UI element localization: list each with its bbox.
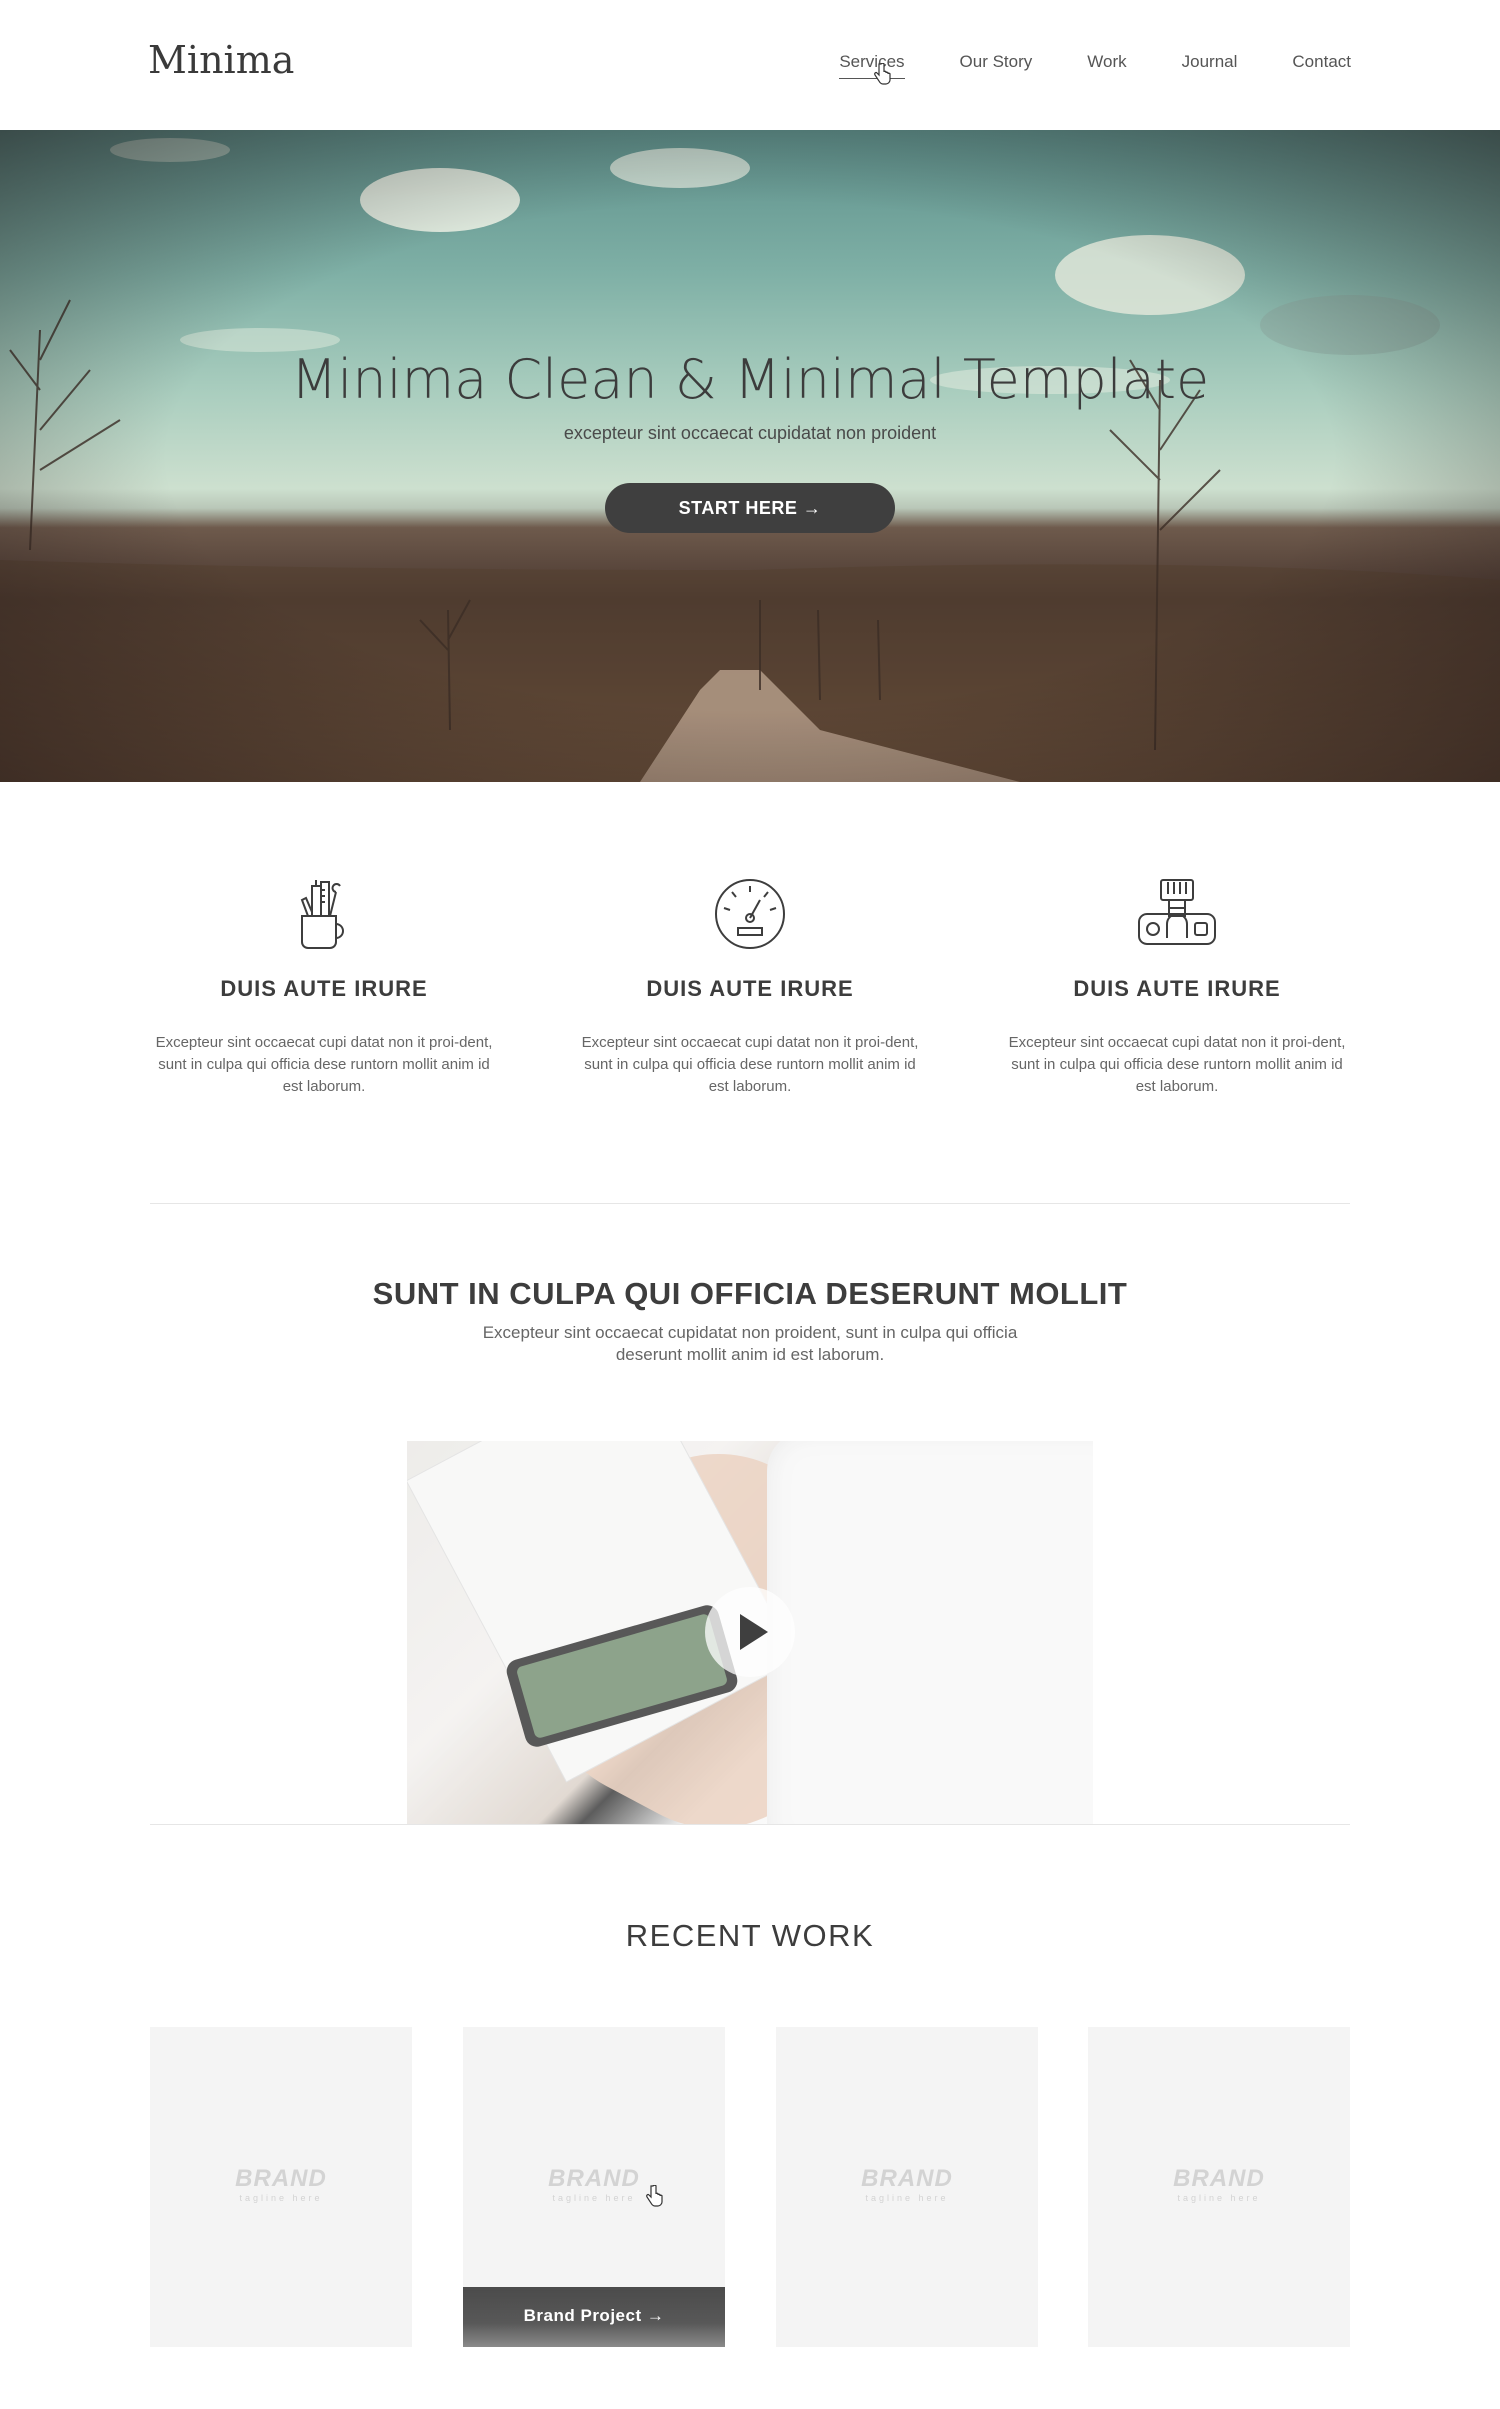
feature-title: DUIS AUTE IRURE (220, 976, 428, 1001)
hand-cursor-icon (646, 2185, 663, 2207)
section-divider (150, 1203, 1350, 1204)
work-card[interactable]: BRAND tagline here (776, 2027, 1038, 2347)
nav-item-our-story[interactable]: Our Story (960, 52, 1033, 79)
hero-title: Minima Clean & Minimal Template (290, 348, 1210, 411)
intro-title: SUNT IN CULPA QUI OFFICIA DESERUNT MOLLI… (372, 1276, 1128, 1311)
work-card[interactable]: BRAND tagline here (150, 2027, 412, 2347)
brand-project-link[interactable]: Brand Project → (463, 2287, 725, 2347)
work-card[interactable]: BRAND tagline here Brand Project → (463, 2027, 725, 2347)
logo[interactable]: Minima (148, 38, 294, 82)
intro-text: Excepteur sint occaecat cupidatat non pr… (482, 1323, 1018, 1364)
brand-tagline: tagline here (1177, 2193, 1261, 2203)
hero-subtitle: excepteur sint occaecat cupidatat non pr… (563, 423, 937, 443)
feature-column-1: DUIS AUTE IRURE Excepteur sint occaecat … (154, 876, 494, 1098)
nav-item-contact[interactable]: Contact (1292, 52, 1351, 79)
recent-work-title: RECENT WORK (625, 1918, 875, 1953)
brand-logo-text: BRAND (1173, 2165, 1265, 2192)
start-here-button[interactable]: START HERE → (605, 483, 895, 533)
speedometer-icon (715, 879, 785, 949)
work-card[interactable]: BRAND tagline here (1088, 2027, 1350, 2347)
feature-column-3: DUIS AUTE IRURE Excepteur sint occaecat … (1007, 876, 1347, 1098)
feature-text: Excepteur sint occaecat cupi datat non i… (1008, 1034, 1346, 1095)
main-nav: Services Our Story Work Journal Contact (784, 52, 1351, 79)
nav-item-services[interactable]: Services (839, 52, 905, 79)
play-icon[interactable] (705, 1587, 795, 1677)
hero-banner: Minima Clean & Minimal Template excepteu… (0, 130, 1500, 782)
hand-cursor-icon (874, 63, 891, 85)
brand-tagline: tagline here (865, 2193, 949, 2203)
section-divider (150, 1824, 1350, 1825)
nav-item-journal[interactable]: Journal (1182, 52, 1238, 79)
site-header: Minima Services Our Story Work Journal C… (0, 0, 1500, 130)
brand-logo-text: BRAND (548, 2165, 640, 2192)
feature-text: Excepteur sint occaecat cupi datat non i… (155, 1034, 493, 1095)
feature-column-2: DUIS AUTE IRURE Excepteur sint occaecat … (580, 876, 920, 1098)
camera-icon (1138, 879, 1216, 945)
pencil-cup-icon (300, 880, 344, 949)
feature-text: Excepteur sint occaecat cupi datat non i… (581, 1034, 919, 1095)
video-player[interactable] (407, 1441, 1093, 1825)
hero-vignette (0, 130, 1500, 782)
brand-tagline: tagline here (552, 2193, 636, 2203)
brand-logo-text: BRAND (861, 2165, 953, 2192)
brand-logo-text: BRAND (235, 2165, 327, 2192)
feature-title: DUIS AUTE IRURE (646, 976, 854, 1001)
brand-tagline: tagline here (239, 2193, 323, 2203)
nav-item-work[interactable]: Work (1087, 52, 1126, 79)
feature-title: DUIS AUTE IRURE (1073, 976, 1281, 1001)
